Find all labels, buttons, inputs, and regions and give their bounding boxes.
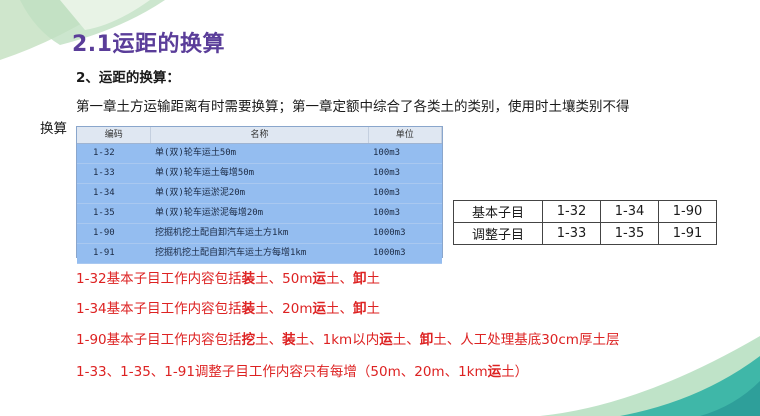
cell-name: 挖掘机挖土配自卸汽车运土方1km — [155, 228, 289, 238]
note-line-2: 1-34基本子目工作内容包括装土、20m运土、卸土 — [76, 301, 380, 317]
cell-unit: 100m3 — [373, 148, 401, 158]
table-row: 调整子目 1-33 1-35 1-91 — [453, 222, 717, 245]
cell-name: 单(双)轮车运土50m — [155, 148, 237, 158]
cell-value: 1-33 — [542, 222, 601, 245]
header-code: 编码 — [77, 127, 152, 143]
row-label: 调整子目 — [453, 222, 543, 245]
table-row: 基本子目 1-32 1-34 1-90 — [453, 200, 717, 223]
cell-unit: 100m3 — [373, 188, 401, 198]
paragraph-line-1: 第一章土方运输距离有时需要换算；第一章定额中综合了各类土的类别，使用时土壤类别不… — [76, 99, 630, 115]
header-unit: 单位 — [369, 127, 442, 143]
table-row[interactable]: 1-32 单(双)轮车运土50m 100m3 — [77, 144, 442, 164]
cell-value: 1-34 — [600, 200, 659, 223]
cell-name: 单(双)轮车运土每增50m — [155, 168, 255, 178]
note-line-1: 1-32基本子目工作内容包括装土、50m运土、卸土 — [76, 271, 380, 287]
cell-value: 1-90 — [658, 200, 717, 223]
cell-value: 1-35 — [600, 222, 659, 245]
cell-unit: 100m3 — [373, 208, 401, 218]
cell-code: 1-91 — [93, 248, 115, 258]
table-row[interactable]: 1-90 挖掘机挖土配自卸汽车运土方1km 1000m3 — [77, 224, 442, 244]
note-line-4: 1-33、1-35、1-91调整子目工作内容只有每增（50m、20m、1km运土… — [76, 364, 529, 380]
table-row[interactable]: 1-34 单(双)轮车运淤泥20m 100m3 — [77, 184, 442, 204]
cell-code: 1-33 — [93, 168, 115, 178]
table-header: 编码 名称 单位 — [77, 127, 442, 144]
bottom-right-decoration — [540, 336, 760, 416]
table-row[interactable]: 1-33 单(双)轮车运土每增50m 100m3 — [77, 164, 442, 184]
cell-code: 1-90 — [93, 228, 115, 238]
quota-code-table: 编码 名称 单位 1-32 单(双)轮车运土50m 100m3 1-33 单(双… — [76, 126, 443, 264]
cell-code: 1-34 — [93, 188, 115, 198]
header-name: 名称 — [151, 127, 369, 143]
table-row[interactable]: 1-91 挖掘机挖土配自卸汽车运土方每增1km 1000m3 — [77, 244, 442, 264]
cell-unit: 1000m3 — [373, 228, 406, 238]
cell-value: 1-91 — [658, 222, 717, 245]
cell-unit: 100m3 — [373, 168, 401, 178]
cell-name: 挖掘机挖土配自卸汽车运土方每增1km — [155, 248, 307, 258]
table-row[interactable]: 1-35 单(双)轮车运淤泥每增20m 100m3 — [77, 204, 442, 224]
subitem-reference-table: 基本子目 1-32 1-34 1-90 调整子目 1-33 1-35 1-91 — [453, 200, 717, 245]
paragraph-line-2: 换算 — [40, 121, 67, 137]
cell-code: 1-32 — [93, 148, 115, 158]
page-title: 2.1运距的换算 — [72, 32, 225, 57]
cell-name: 单(双)轮车运淤泥每增20m — [155, 208, 264, 218]
note-line-3: 1-90基本子目工作内容包括挖土、装土、1km以内运土、卸土、人工处理基底30c… — [76, 332, 620, 348]
cell-code: 1-35 — [93, 208, 115, 218]
section-subtitle: 2、运距的换算： — [76, 70, 180, 86]
cell-name: 单(双)轮车运淤泥20m — [155, 188, 246, 198]
cell-value: 1-32 — [542, 200, 601, 223]
cell-unit: 1000m3 — [373, 248, 406, 258]
row-label: 基本子目 — [453, 200, 543, 223]
